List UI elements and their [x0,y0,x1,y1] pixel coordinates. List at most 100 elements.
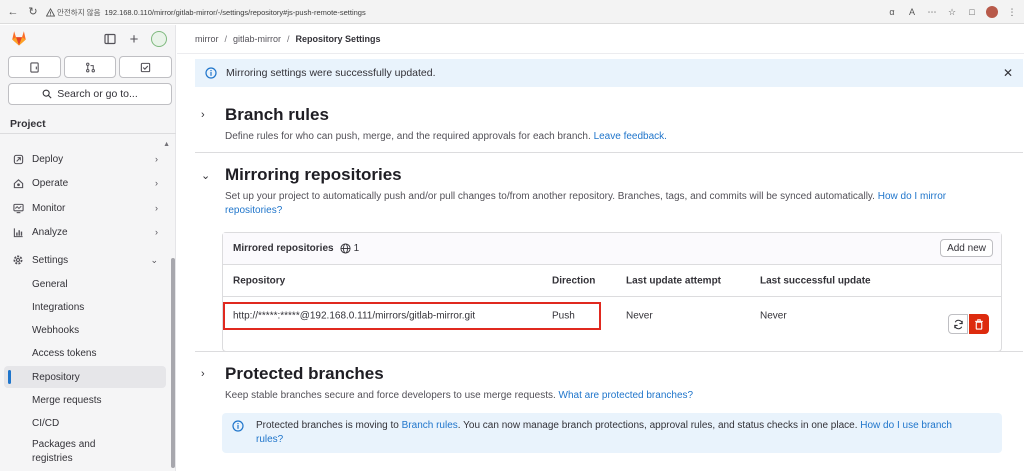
chevron-down-icon[interactable]: ⌄ [201,169,215,182]
security-warning[interactable]: 안전하지 않음 [46,7,100,18]
sidebar-subitem-merge-requests[interactable]: Merge requests [4,389,166,411]
add-new-button[interactable]: Add new [940,239,993,257]
merge-request-icon [85,62,95,72]
sidebar-subitem-packages-registries[interactable]: Packages and registries [4,434,124,468]
address-bar[interactable]: 안전하지 않음 192.168.0.110/mirror/gitlab-mirr… [46,3,706,21]
url-text: 192.168.0.110/mirror/gitlab-mirror/-/set… [104,7,366,17]
zoom-icon[interactable]: A [906,6,918,18]
user-avatar[interactable] [151,31,167,47]
operate-icon [12,177,24,189]
translate-icon[interactable]: α [886,6,898,18]
issues-icon [30,61,39,73]
delete-mirror-button[interactable] [969,314,989,334]
protected-branches-section: › Protected branches Keep stable branche… [195,364,1023,403]
breadcrumb-current[interactable]: Repository Settings [296,34,381,44]
protected-help-link[interactable]: What are protected branches? [559,390,694,401]
search-button[interactable]: Search or go to... [8,83,172,105]
sidebar-subitem-integrations[interactable]: Integrations [4,296,166,318]
security-label: 안전하지 않음 [57,7,101,17]
sidebar-subitem-repository[interactable]: Repository [4,366,166,388]
section-description: Define rules for who can push, merge, an… [225,130,1023,144]
issues-button[interactable] [8,56,61,78]
mirror-help-link-cont[interactable]: repositories? [225,205,282,216]
leave-feedback-link[interactable]: Leave feedback. [594,131,667,142]
info-icon [205,67,217,79]
sidebar-scrollbar[interactable] [171,258,175,468]
alert-middle: . You can now manage branch protections,… [457,420,858,431]
analyze-icon [12,226,24,238]
close-icon[interactable]: ✕ [1003,66,1013,80]
column-header: Last successful update [760,275,871,286]
project-section-label: Project [10,118,46,130]
favorite-icon[interactable]: ☆ [946,6,958,18]
menu-icon[interactable]: ⋮ [1006,6,1018,18]
chevron-right-icon: › [155,203,158,213]
sidebar-item-deploy[interactable]: Deploy › [4,148,166,170]
todos-button[interactable] [119,56,173,78]
alert-message: Mirroring settings were successfully upd… [226,67,436,79]
last-success-value: Never [760,310,787,322]
breadcrumb: mirror / gitlab-mirror / Repository Sett… [195,34,381,44]
chevron-right-icon[interactable]: › [201,368,215,380]
direction-value: Push [552,310,575,322]
description-text: Set up your project to automatically pus… [225,191,875,202]
monitor-icon [12,202,24,214]
gitlab-logo-icon[interactable] [10,29,28,47]
chevron-right-icon[interactable]: › [201,109,215,121]
more-icon[interactable]: ⋯ [926,6,938,18]
settings-icon [12,254,24,266]
sidebar-item-analyze[interactable]: Analyze › [4,221,166,243]
sidebar-subitem-webhooks[interactable]: Webhooks [4,319,166,341]
tab-icon[interactable]: □ [966,6,978,18]
sidebar-item-label: Settings [32,254,69,266]
update-now-button[interactable] [948,314,968,334]
mirroring-section: ⌄ Mirroring repositories Set up your pro… [195,165,1023,218]
branch-rules-help-link[interactable]: How do I use branch [860,420,952,431]
alert-prefix: Protected branches is moving to [256,420,399,431]
sync-icon [953,319,963,329]
column-header: Direction [552,275,596,286]
success-alert: Mirroring settings were successfully upd… [195,59,1023,87]
browser-toolbar: ← ↻ 안전하지 않음 192.168.0.110/mirror/gitlab-… [0,0,1024,24]
sidebar-toggle-icon[interactable] [103,32,117,46]
section-title[interactable]: Branch rules [225,105,329,125]
merge-requests-button[interactable] [63,56,117,78]
sidebar: + Search or go to... Project ▲ Deploy › … [0,25,176,471]
profile-avatar[interactable] [986,6,998,18]
header-divider [177,53,1024,54]
main-content: mirror / gitlab-mirror / Repository Sett… [177,25,1024,471]
sidebar-subitem-general[interactable]: General [4,273,166,295]
section-title[interactable]: Mirroring repositories [225,165,402,185]
sidebar-subitem-cicd[interactable]: CI/CD [4,412,166,434]
section-description: Keep stable branches secure and force de… [225,389,1023,403]
sidebar-item-monitor[interactable]: Monitor › [4,197,166,219]
breadcrumb-project[interactable]: gitlab-mirror [233,34,281,44]
sidebar-item-operate[interactable]: Operate › [4,172,166,194]
sidebar-item-label: Monitor [32,202,66,214]
back-icon[interactable]: ← [6,5,20,19]
breadcrumb-separator: / [224,34,228,44]
table-header: Repository Direction Last update attempt… [223,265,1001,297]
todo-icon [140,62,151,72]
protected-branches-alert: Protected branches is moving to Branch r… [222,413,1002,453]
breadcrumb-group[interactable]: mirror [195,34,219,44]
sidebar-subitem-access-tokens[interactable]: Access tokens [4,342,166,364]
column-header: Repository [233,275,286,286]
reload-icon[interactable]: ↻ [26,5,40,19]
trash-icon [975,318,983,330]
scroll-up-icon[interactable]: ▲ [163,141,170,148]
mirror-help-link[interactable]: How do I mirror [878,191,946,202]
branch-rules-section: › Branch rules Define rules for who can … [195,105,1023,144]
branch-rules-help-link-cont[interactable]: rules? [256,434,283,445]
section-title[interactable]: Protected branches [225,364,384,384]
chevron-down-icon: ⌄ [150,254,158,265]
repository-url: http://*****:*****@192.168.0.111/mirrors… [233,310,476,322]
globe-icon [340,243,351,254]
mirror-count: 1 [353,243,360,254]
info-icon [232,420,244,432]
branch-rules-link[interactable]: Branch rules [402,420,458,431]
warning-icon [46,7,55,17]
create-new-icon[interactable]: + [127,31,141,48]
sidebar-item-settings[interactable]: Settings ⌄ [4,249,166,271]
card-title: Mirrored repositories [233,243,334,254]
